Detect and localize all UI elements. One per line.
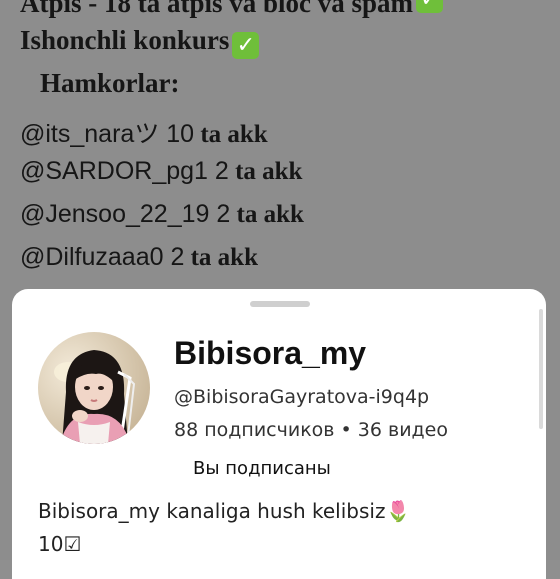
channel-description-line2: 10☑ [38,532,82,556]
partner-count: ta akk [184,244,258,271]
sheet-drag-handle[interactable] [250,301,310,307]
subscribed-button[interactable]: Вы подписаны [193,458,331,479]
channel-stats: 88 подписчиков • 36 видео [174,419,448,441]
post-line-top-text: Atpis - 18 ta atpis va bloc va spam [20,0,414,18]
channel-description: Bibisora_my kanaliga hush kelibsiz🌷 [38,499,411,523]
channel-avatar[interactable] [38,332,150,444]
post-konkurs-text: Ishonchli konkurs [20,25,230,55]
partner-row: @SARDOR_pg1 2 ta akk [20,157,302,186]
partner-row: @Jensoo_22_19 2 ta akk [20,200,304,229]
partner-row: @Dilfuzaaa0 2 ta akk [20,243,258,272]
avatar-image [38,332,150,444]
check-icon: ✓ [232,32,260,59]
post-line-top: Atpis - 18 ta atpis va bloc va spam✓ [20,0,444,19]
check-icon: ✓ [416,0,444,13]
channel-handle: @BibisoraGayratova-i9q4p [174,386,430,408]
sheet-scrollbar[interactable] [539,309,543,429]
partner-count: ta akk [194,121,268,148]
channel-name: Bibisora_my [174,335,367,371]
post-line-konkurs: Ishonchli konkurs ✓ [20,25,260,59]
partner-handle: @Dilfuzaaa0 2 [20,243,185,271]
partners-heading: Hamkorlar: [40,68,180,98]
partner-handle: @its_naraツ 10 [20,120,195,148]
partner-handle: @Jensoo_22_19 2 [20,200,231,228]
channel-sheet: Bibisora_my @BibisoraGayratova-i9q4p 88 … [12,289,546,579]
partner-handle: @SARDOR_pg1 2 [20,157,229,185]
partner-count: ta akk [230,201,304,228]
partner-count: ta akk [228,158,303,185]
partner-row: @its_naraツ 10 ta akk [20,114,268,150]
